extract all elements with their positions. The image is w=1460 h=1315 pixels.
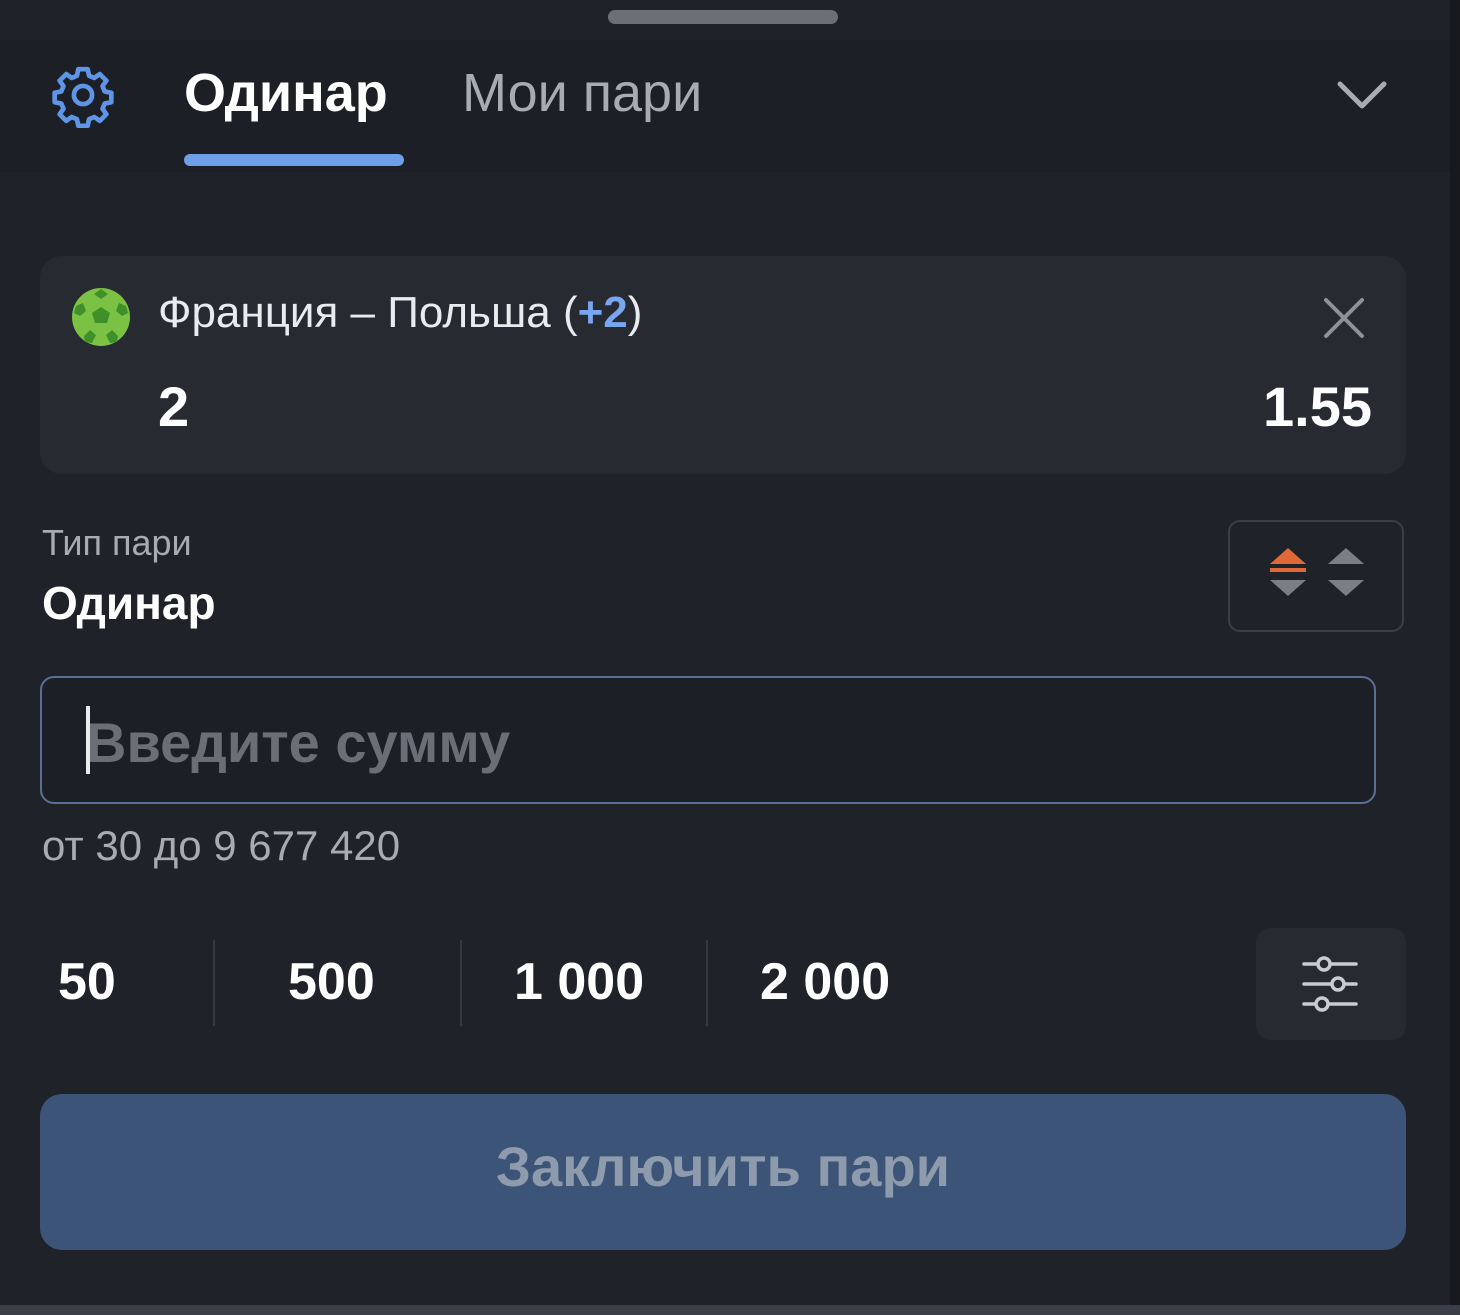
selection-odds: 1.55: [1263, 375, 1372, 438]
place-bet-label: Заключить пари: [495, 1135, 951, 1198]
bet-type-label: Тип пари: [42, 522, 192, 563]
close-icon[interactable]: [1320, 294, 1368, 342]
text-caret: [86, 706, 90, 774]
event-name: Франция – Польша (+2): [158, 288, 642, 338]
event-name-close: ): [627, 288, 643, 337]
tab-single[interactable]: Одинар: [184, 62, 388, 124]
divider: [706, 940, 708, 1026]
divider: [460, 940, 462, 1026]
amount-field[interactable]: [40, 676, 1376, 804]
odds-change-toggle[interactable]: [1228, 520, 1404, 632]
event-teams: Франция – Польша (: [158, 288, 578, 337]
sliders-icon: [1302, 956, 1358, 1012]
quick-amount-button[interactable]: 500: [288, 952, 375, 1012]
amount-range-hint: от 30 до 9 677 420: [42, 822, 401, 869]
divider: [213, 940, 215, 1026]
drag-handle[interactable]: [608, 10, 838, 24]
quick-amount-settings-button[interactable]: [1256, 928, 1406, 1040]
soccer-ball-icon: [72, 288, 130, 346]
quick-amount-button[interactable]: 1 000: [514, 952, 644, 1012]
bet-type-value: Одинар: [42, 577, 216, 629]
place-bet-button[interactable]: Заключить пари: [40, 1094, 1406, 1250]
selection-outcome: 2: [158, 375, 190, 438]
quick-amount-button[interactable]: 50: [58, 952, 116, 1012]
active-tab-indicator: [184, 154, 404, 166]
amount-input[interactable]: [86, 698, 1326, 786]
extra-events-count[interactable]: +2: [578, 288, 628, 337]
quick-amount-button[interactable]: 2 000: [760, 952, 890, 1012]
panel-edge: [1450, 0, 1460, 1315]
gear-icon[interactable]: [50, 62, 116, 128]
tab-my-bets[interactable]: Мои пари: [462, 62, 702, 124]
panel-bottom-edge: [0, 1305, 1460, 1315]
chevron-down-icon[interactable]: [1332, 72, 1392, 118]
odds-change-icon: [1270, 548, 1364, 596]
selection-card: Франция – Польша (+2) 2 1.55: [40, 256, 1406, 474]
